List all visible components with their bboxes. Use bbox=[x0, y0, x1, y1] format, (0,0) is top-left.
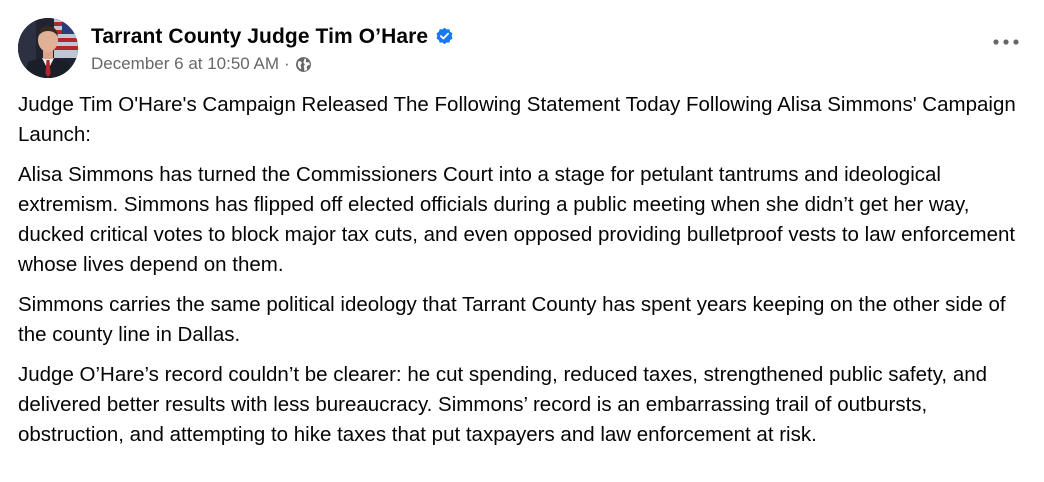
post-paragraph-1: Judge Tim O'Hare's Campaign Released The… bbox=[18, 93, 1016, 146]
post-paragraph-4: Judge O’Hare’s record couldn’t be cleare… bbox=[18, 363, 988, 446]
avatar-image bbox=[18, 18, 78, 78]
author-name[interactable]: Tarrant County Judge Tim O’Hare bbox=[91, 25, 428, 49]
author-avatar[interactable] bbox=[18, 18, 78, 78]
globe-icon[interactable] bbox=[295, 56, 312, 73]
post-subline: December 6 at 10:50 AM · bbox=[91, 53, 454, 75]
post-timestamp[interactable]: December 6 at 10:50 AM bbox=[91, 54, 279, 74]
separator-dot: · bbox=[284, 53, 290, 73]
more-options-icon[interactable] bbox=[988, 30, 1024, 54]
post-header: Tarrant County Judge Tim O’Hare December… bbox=[18, 16, 454, 80]
verified-badge-icon bbox=[435, 27, 454, 46]
post-paragraph-3: Simmons carries the same political ideol… bbox=[18, 293, 1006, 346]
post-paragraph-2: Alisa Simmons has turned the Commissione… bbox=[18, 163, 1016, 276]
facebook-post: Tarrant County Judge Tim O’Hare December… bbox=[0, 0, 1044, 482]
post-meta: Tarrant County Judge Tim O’Hare December… bbox=[91, 22, 454, 75]
author-row: Tarrant County Judge Tim O’Hare bbox=[91, 22, 454, 52]
post-body: Judge Tim O'Hare's Campaign Released The… bbox=[18, 90, 1028, 460]
